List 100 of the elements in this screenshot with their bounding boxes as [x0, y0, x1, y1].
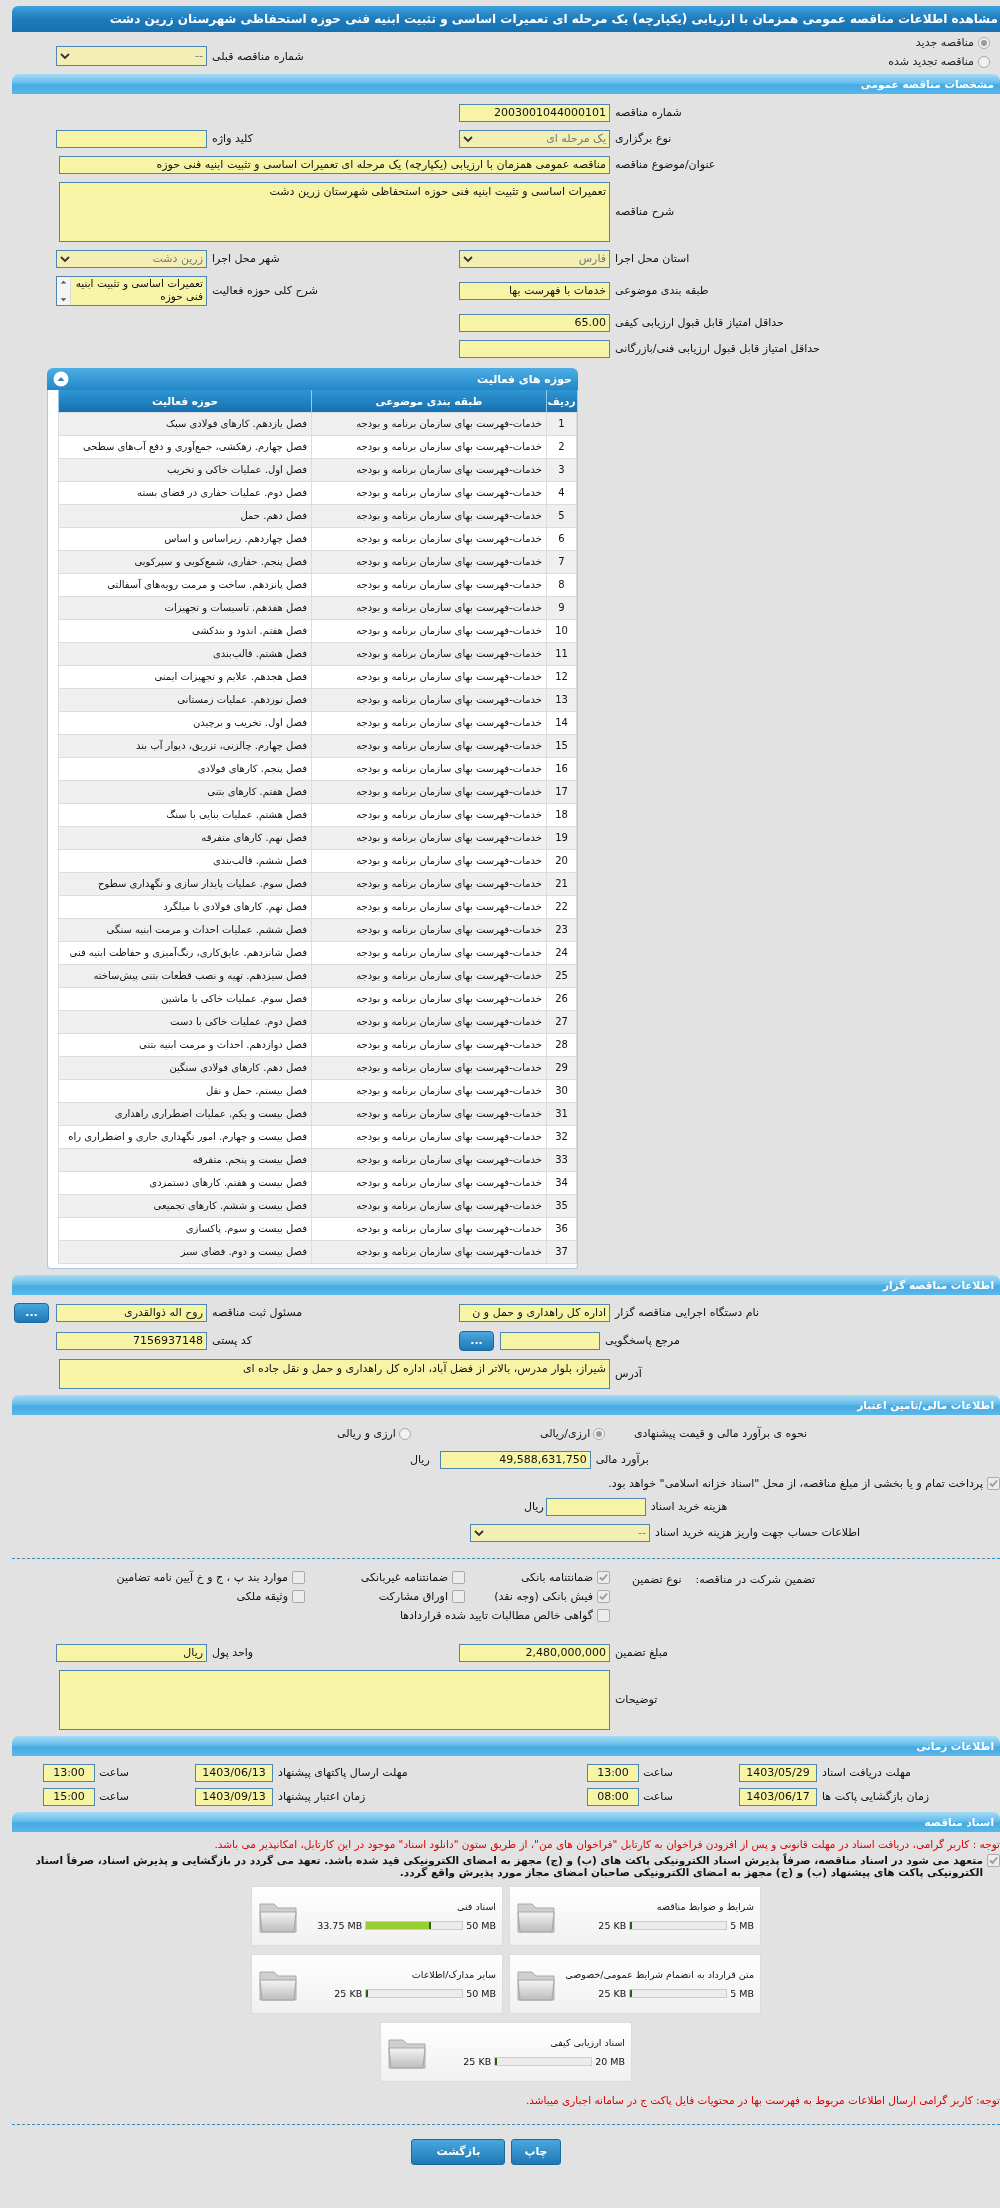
table-cell: فصل سیزدهم. تهیه و نصب قطعات بتنی پیش‌ساخته — [58, 964, 312, 987]
table-cell: خدمات-فهرست بهای سازمان برنامه و بودجه — [311, 458, 547, 481]
date-field[interactable]: 1403/06/17 — [739, 1787, 817, 1806]
time-field[interactable]: 13:00 — [43, 1763, 95, 1782]
text-field[interactable]: اداره کل راهداری و حمل و ن — [459, 1303, 610, 1322]
dropdown[interactable]: -- — [470, 1523, 650, 1542]
field-label: تضمین شرکت در مناقصه: — [695, 1571, 816, 1588]
text-field[interactable]: 2,480,000,000 — [459, 1643, 610, 1662]
document-name: سایر مدارک/اطلاعات — [411, 1968, 496, 1980]
date-field[interactable]: 1403/09/13 — [195, 1787, 273, 1806]
text-field[interactable]: 65.00 — [459, 314, 610, 332]
checkbox[interactable] — [292, 1570, 305, 1584]
table-cell: 6 — [546, 527, 577, 550]
list-box[interactable]: تعمیرات اساسی و تثبیت ابنیه فنی حوزه — [56, 276, 207, 306]
more-button[interactable]: ... — [14, 1302, 49, 1323]
time-field[interactable]: 08:00 — [587, 1787, 639, 1806]
table-cell: خدمات-فهرست بهای سازمان برنامه و بودجه — [311, 550, 547, 573]
table-cell: 23 — [546, 918, 577, 941]
document-name: شرایط و ضوابط مناقصه — [656, 1900, 754, 1912]
table-cell: 14 — [546, 711, 577, 734]
table-cell: خدمات-فهرست بهای سازمان برنامه و بودجه — [311, 780, 547, 803]
checkbox[interactable] — [597, 1608, 610, 1622]
table-cell: خدمات-فهرست بهای سازمان برنامه و بودجه — [311, 596, 547, 619]
table-cell: خدمات-فهرست بهای سازمان برنامه و بودجه — [311, 1194, 547, 1217]
date-field[interactable]: 1403/06/13 — [195, 1763, 273, 1782]
text-field[interactable]: ریال — [56, 1643, 207, 1662]
checkbox[interactable] — [987, 1476, 1000, 1490]
radio-button[interactable] — [978, 36, 990, 49]
checkbox[interactable] — [987, 1853, 1000, 1867]
table-cell: 26 — [546, 987, 577, 1010]
field-label: مرجع پاسخگویی — [605, 1332, 680, 1349]
text-field[interactable]: 7156937148 — [56, 1331, 207, 1350]
checkbox[interactable] — [452, 1570, 465, 1584]
field-label: اطلاعات حساب جهت واریز هزینه خرید اسناد — [655, 1524, 861, 1541]
radio-button[interactable] — [978, 55, 990, 68]
checkbox[interactable] — [292, 1589, 305, 1603]
radio-button[interactable] — [593, 1427, 606, 1440]
field-label: استان محل اجرا — [615, 251, 690, 267]
text-field[interactable] — [56, 130, 207, 148]
size-text: 25 KB — [463, 2055, 492, 2067]
table-cell: 15 — [546, 734, 577, 757]
checkbox[interactable] — [452, 1589, 465, 1603]
table-title: حوزه های فعالیت — [477, 372, 572, 386]
table-cell: فصل بیستم. حمل و نقل — [58, 1079, 312, 1102]
checkbox-label: متعهد می شود در اسناد مناقصه، صرفاً پذیرش اسناد الکترونیکی پاکت های (ب) و (ج) مجهز به امضای الکترونیکی قید شده باشد. تعهد می گردد در بازگشایی و پذیرش اسناد، صرفاً اسناد الکترونیکی پاکت های پیشنهاد (ب) و (ج) مجهز به امضای الکترونیکی صاحبان امضای مجاز مورد پذیرش واقع گردد. — [34, 1853, 983, 1878]
time-field[interactable]: 15:00 — [43, 1787, 95, 1806]
table-cell: فصل سوم. عملیات پایدار سازی و نگهداری سطوح — [58, 872, 312, 895]
text-field[interactable]: 49,588,631,750 — [439, 1450, 591, 1469]
time-field[interactable]: 13:00 — [587, 1763, 639, 1782]
dropdown[interactable]: زرین دشت — [56, 250, 207, 268]
action-button[interactable]: چاپ — [511, 2138, 561, 2165]
table-cell: فصل هشتم. قالب‌بندی — [58, 642, 312, 665]
checkbox[interactable] — [597, 1589, 610, 1603]
dropdown[interactable]: فارس — [459, 250, 610, 268]
field-label: نحوه ی برآورد مالی و قیمت پیشنهادی — [634, 1425, 808, 1442]
table-cell: خدمات-فهرست بهای سازمان برنامه و بودجه — [311, 941, 547, 964]
table-cell: خدمات-فهرست بهای سازمان برنامه و بودجه — [311, 1010, 547, 1033]
text-field[interactable] — [459, 340, 610, 358]
field-label: ساعت — [99, 1766, 130, 1779]
field-label: شماره مناقصه قبلی — [212, 49, 304, 65]
checkbox[interactable] — [597, 1570, 610, 1584]
table-cell: فصل دوازدهم. احداث و مرمت ابنیه بتنی — [58, 1033, 312, 1056]
date-field[interactable]: 1403/05/29 — [739, 1763, 817, 1782]
section-header: اسناد مناقصه — [12, 1811, 1000, 1832]
table-cell: 25 — [546, 964, 577, 987]
table-cell: 35 — [546, 1194, 577, 1217]
text-area[interactable] — [59, 1669, 610, 1730]
text-area[interactable]: شیراز، بلوار مدرس، بالاتر از فضل آباد، اداره کل راهداری و حمل و نقل جاده ای — [59, 1358, 610, 1389]
table-cell: فصل هجدهم. علایم و تجهیزات ایمنی — [58, 665, 312, 688]
table-cell: فصل هشتم. عملیات بنایی با سنگ — [58, 803, 312, 826]
dropdown[interactable]: -- — [56, 46, 207, 66]
column-header: ردیف — [546, 390, 577, 412]
dropdown[interactable]: یک مرحله ای — [459, 130, 610, 148]
text-field[interactable]: خدمات با فهرست بها — [459, 282, 610, 300]
text-field[interactable]: 2003001044000101 — [459, 104, 610, 122]
table-cell: فصل چهارم. چالزنی، تزریق، دیوار آب بند — [58, 734, 312, 757]
more-button[interactable]: ... — [459, 1330, 494, 1351]
field-label: ساعت — [643, 1766, 674, 1779]
table-cell: 24 — [546, 941, 577, 964]
text-field[interactable]: مناقصه عمومی همزمان با ارزیابی (یکپارچه) یک مرحله ای تعمیرات اساسی و تثبیت ابنیه فنی حوزه — [59, 156, 610, 174]
field-label: طبقه بندی موضوعی — [615, 283, 709, 299]
table-cell: 8 — [546, 573, 577, 596]
checkbox-label: فیش بانکی (وجه نقد) — [494, 1589, 593, 1603]
text-field[interactable] — [500, 1331, 600, 1350]
collapse-icon[interactable] — [53, 371, 69, 387]
table-cell: خدمات-فهرست بهای سازمان برنامه و بودجه — [311, 481, 547, 504]
action-button[interactable]: بازگشت — [411, 2138, 506, 2165]
size-text: 25 KB — [598, 1919, 627, 1931]
table-cell: 5 — [546, 504, 577, 527]
table-cell: 34 — [546, 1171, 577, 1194]
chevron-down-icon — [60, 255, 70, 263]
table-cell: فصل سوم. عملیات خاکی با ماشین — [58, 987, 312, 1010]
table-cell: 13 — [546, 688, 577, 711]
text-field[interactable]: روح اله ذوالقدری — [56, 1303, 207, 1322]
radio-button[interactable] — [398, 1427, 411, 1440]
text-field[interactable] — [545, 1497, 646, 1516]
table-cell: فصل پانزدهم. ساخت و مرمت رویه‌های آسفالتی — [58, 573, 312, 596]
table-cell: خدمات-فهرست بهای سازمان برنامه و بودجه — [311, 688, 547, 711]
field-label: کلید واژه — [212, 131, 253, 147]
text-area[interactable]: تعمیرات اساسی و تثبیت ابنیه فنی حوزه استحفاظی شهرستان زرین دشت — [59, 182, 610, 242]
